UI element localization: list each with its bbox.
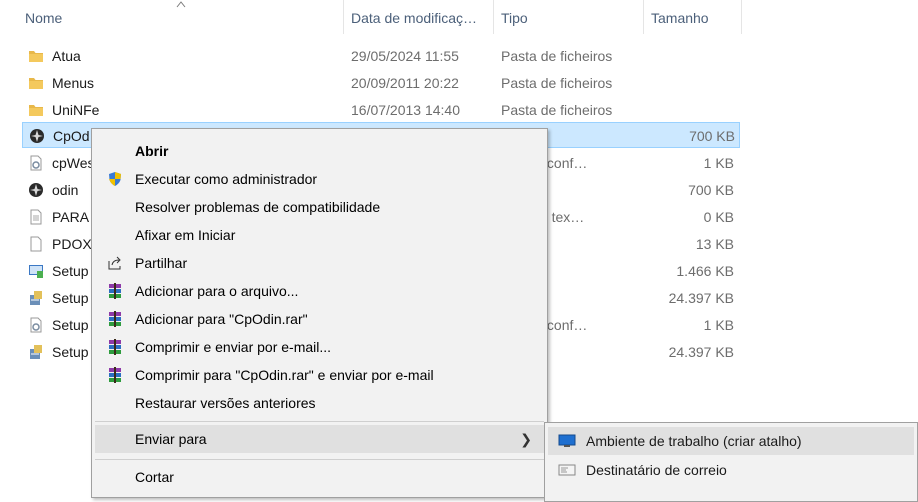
column-header-name[interactable]: Nome [25, 0, 62, 34]
menu-item-run-as-admin[interactable]: Executar como administrador [95, 165, 544, 193]
file-date: 20/09/2011 20:22 [351, 75, 459, 91]
installer-icon [30, 291, 42, 305]
uac-shield-icon [109, 172, 121, 186]
submenu-item-desktop[interactable]: Ambiente de trabalho (criar atalho) [548, 427, 914, 455]
folder-icon [29, 78, 43, 89]
folder-icon [29, 105, 43, 116]
send-to-submenu: Ambiente de trabalho (criar atalho) Dest… [544, 422, 918, 502]
winrar-icon [109, 367, 121, 383]
menu-item-label: Restaurar versões anteriores [135, 395, 316, 411]
file-row[interactable]: UniNFe 16/07/2013 14:40 Pasta de ficheir… [22, 97, 740, 123]
menu-item-label: Adicionar para o arquivo... [135, 283, 299, 299]
column-divider[interactable] [493, 0, 494, 34]
file-size: 24.397 KB [668, 290, 734, 306]
file-name: Atua [52, 48, 81, 64]
menu-item-label: Cortar [135, 469, 174, 485]
mail-icon [558, 464, 576, 476]
file-type: Pasta de ficheiros [501, 75, 613, 91]
chevron-right-icon: ❯ [520, 431, 532, 447]
menu-item-label: Resolver problemas de compatibilidade [135, 199, 381, 215]
menu-item-add-rar[interactable]: Adicionar para "CpOdin.rar" [95, 305, 544, 333]
file-row[interactable]: Menus 20/09/2011 20:22 Pasta de ficheiro… [22, 70, 740, 96]
config-file-icon [30, 155, 42, 171]
menu-separator [95, 459, 544, 460]
file-type: Pasta de ficheiros [501, 102, 613, 118]
column-divider[interactable] [643, 0, 644, 34]
winrar-icon [109, 339, 121, 355]
file-size: 1 KB [703, 317, 734, 333]
file-size: 13 KB [695, 236, 734, 252]
file-size: 1.466 KB [676, 263, 734, 279]
share-icon [108, 256, 121, 270]
file-name: UniNFe [52, 102, 100, 118]
file-size [622, 43, 734, 69]
app-icon [29, 183, 43, 197]
menu-item-send-to[interactable]: Enviar para ❯ [95, 425, 544, 453]
menu-item-compress-rar-email[interactable]: Comprimir para "CpOdin.rar" e enviar por… [95, 361, 544, 389]
menu-item-share[interactable]: Partilhar [95, 249, 544, 277]
menu-item-label: Partilhar [135, 255, 188, 271]
menu-separator [95, 421, 544, 422]
folder-icon [29, 51, 43, 62]
config-file-icon [30, 317, 42, 333]
file-size: 24.397 KB [668, 344, 734, 360]
menu-item-open[interactable]: Abrir [95, 137, 544, 165]
winrar-icon [109, 283, 121, 299]
column-divider[interactable] [343, 0, 344, 34]
submenu-item-label: Ambiente de trabalho (criar atalho) [586, 433, 802, 449]
file-size: 700 KB [689, 128, 735, 144]
column-header-date[interactable]: Data de modificaç… [351, 0, 477, 34]
setup-icon [29, 265, 43, 278]
file-row[interactable]: Atua 29/05/2024 11:55 Pasta de ficheiros [22, 43, 740, 69]
menu-item-pin-start[interactable]: Afixar em Iniciar [95, 221, 544, 249]
desktop-icon [558, 434, 576, 447]
menu-item-add-archive[interactable]: Adicionar para o arquivo... [95, 277, 544, 305]
file-size: 1 KB [703, 155, 734, 171]
file-size [622, 70, 734, 96]
sort-ascending-icon [176, 1, 186, 8]
file-size: 700 KB [688, 182, 734, 198]
menu-item-restore-versions[interactable]: Restaurar versões anteriores [95, 389, 544, 417]
text-file-icon [30, 209, 42, 225]
submenu-item-label: Destinatário de correio [586, 462, 727, 478]
app-icon [30, 129, 44, 143]
menu-item-compress-email[interactable]: Comprimir e enviar por e-mail... [95, 333, 544, 361]
menu-item-label: Comprimir para "CpOdin.rar" e enviar por… [135, 367, 434, 383]
file-size [622, 97, 734, 123]
file-date: 29/05/2024 11:55 [351, 48, 459, 64]
menu-item-label: Afixar em Iniciar [135, 227, 236, 243]
menu-item-troubleshoot[interactable]: Resolver problemas de compatibilidade [95, 193, 544, 221]
column-divider[interactable] [741, 0, 742, 34]
submenu-item-mail[interactable]: Destinatário de correio [548, 456, 914, 484]
menu-item-label: Executar como administrador [135, 171, 318, 187]
installer-icon [30, 345, 42, 359]
file-type: Pasta de ficheiros [501, 48, 613, 64]
menu-item-label: Adicionar para "CpOdin.rar" [135, 311, 308, 327]
winrar-icon [109, 311, 121, 327]
menu-item-label: Abrir [135, 143, 169, 159]
column-header-type[interactable]: Tipo [501, 0, 528, 34]
file-size: 0 KB [703, 209, 734, 225]
file-name: Menus [52, 75, 95, 91]
menu-item-cut[interactable]: Cortar [95, 463, 544, 491]
menu-item-label: Comprimir e enviar por e-mail... [135, 339, 332, 355]
file-icon [30, 236, 42, 252]
context-menu: Abrir Executar como administrador Resolv… [91, 128, 548, 498]
column-header-size[interactable]: Tamanho [651, 0, 709, 34]
menu-item-label: Enviar para [135, 431, 207, 447]
file-date: 16/07/2013 14:40 [351, 102, 460, 118]
